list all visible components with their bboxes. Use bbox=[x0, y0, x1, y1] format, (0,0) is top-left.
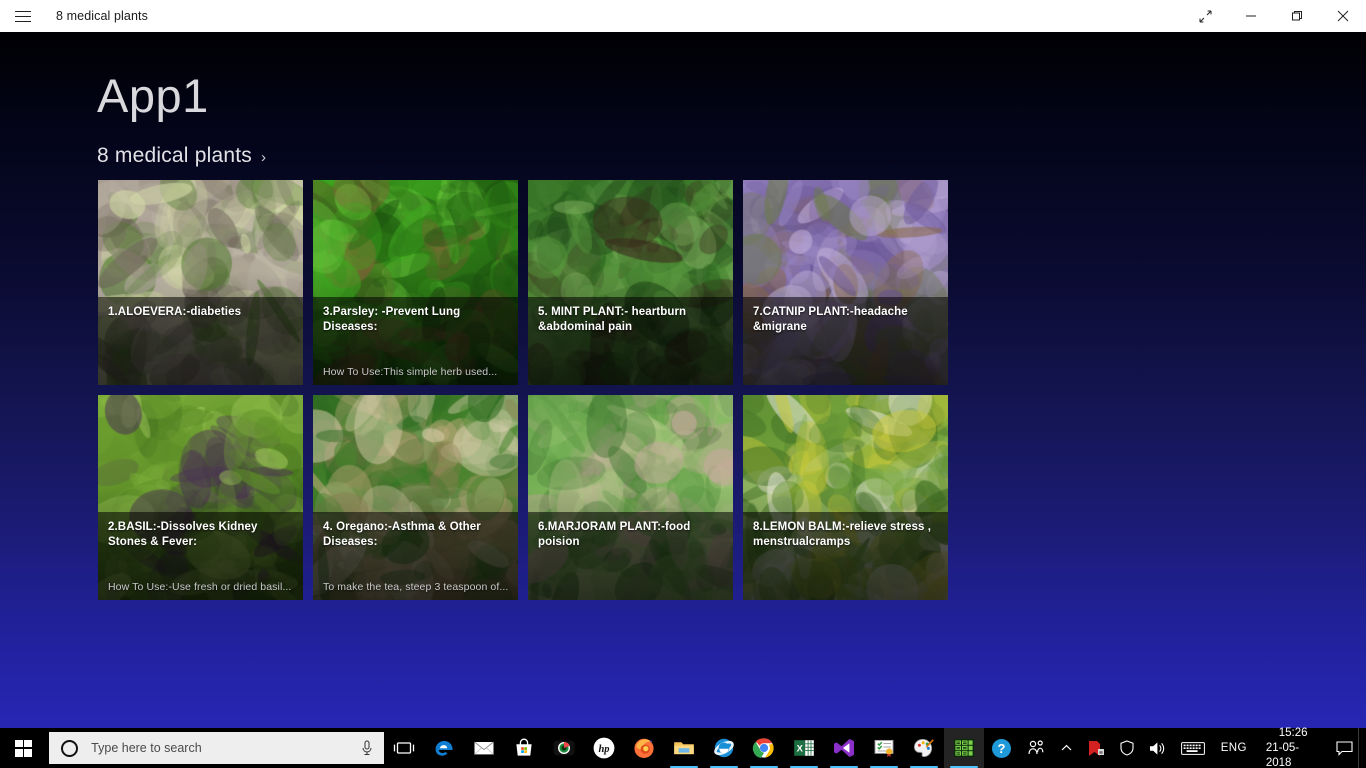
tile-caption: 7.CATNIP PLANT:-headache &migrane bbox=[743, 297, 948, 385]
help-question-icon[interactable]: ? bbox=[984, 728, 1019, 768]
chevron-right-icon: › bbox=[261, 150, 266, 165]
search-placeholder: Type here to search bbox=[91, 741, 360, 755]
tile-subtitle: To make the tea, steep 3 teaspoon of... bbox=[323, 581, 508, 594]
fullscreen-icon[interactable] bbox=[1182, 0, 1228, 32]
tile-grid: 1.ALOEVERA:-diabeties 3.Parsley: -Prevent… bbox=[98, 180, 948, 600]
taskbar-paint[interactable] bbox=[904, 728, 944, 768]
tile-caption: 5. MINT PLANT:- heartburn &abdominal pai… bbox=[528, 297, 733, 385]
language-indicator[interactable]: ENG bbox=[1212, 728, 1256, 768]
cortana-circle-icon bbox=[61, 740, 78, 757]
firefox-icon bbox=[632, 736, 656, 760]
google-chrome-icon bbox=[752, 736, 776, 760]
tile-subtitle: How To Use:This simple herb used... bbox=[323, 366, 508, 379]
volume-icon[interactable] bbox=[1141, 728, 1174, 768]
current-app-icon bbox=[952, 736, 976, 760]
windows-logo-icon bbox=[15, 740, 32, 757]
camera-icon bbox=[552, 736, 576, 760]
tile-item[interactable]: 1.ALOEVERA:-diabeties bbox=[98, 180, 303, 385]
mail-icon bbox=[472, 736, 496, 760]
taskbar-microsoft-edge[interactable] bbox=[424, 728, 464, 768]
taskbar-firefox[interactable] bbox=[624, 728, 664, 768]
svg-text:X: X bbox=[796, 743, 803, 754]
taskbar-apps: hp X bbox=[384, 728, 984, 768]
window-title: 8 medical plants bbox=[56, 9, 148, 23]
svg-text:?: ? bbox=[997, 741, 1005, 756]
microsoft-edge-icon bbox=[432, 736, 456, 760]
clock-time: 15:26 bbox=[1279, 726, 1308, 741]
tile-item[interactable]: 6.MARJORAM PLANT:-food poision bbox=[528, 395, 733, 600]
internet-explorer-icon bbox=[712, 736, 736, 760]
taskbar-google-chrome[interactable] bbox=[744, 728, 784, 768]
tile-title: 8.LEMON BALM:-relieve stress , menstrual… bbox=[753, 520, 938, 550]
close-icon[interactable] bbox=[1320, 0, 1366, 32]
microsoft-store-icon bbox=[512, 736, 536, 760]
taskbar: Type here to search hp X ? bbox=[0, 728, 1366, 768]
taskbar-certificate-app[interactable] bbox=[864, 728, 904, 768]
tile-subtitle: How To Use:-Use fresh or dried basil... bbox=[108, 581, 293, 594]
tile-item[interactable]: 4. Oregano:-Asthma & Other Diseases: To m… bbox=[313, 395, 518, 600]
tile-item[interactable]: 3.Parsley: -Prevent Lung Diseases: How To… bbox=[313, 180, 518, 385]
title-bar: 8 medical plants bbox=[0, 0, 1366, 32]
tile-title: 2.BASIL:-Dissolves Kidney Stones & Fever… bbox=[108, 520, 293, 550]
red-app-icon[interactable] bbox=[1080, 728, 1113, 768]
tile-title: 6.MARJORAM PLANT:-food poision bbox=[538, 520, 723, 550]
hamburger-icon[interactable] bbox=[0, 0, 46, 32]
tile-caption: 8.LEMON BALM:-relieve stress , menstrual… bbox=[743, 512, 948, 600]
tile-caption: 3.Parsley: -Prevent Lung Diseases: How To… bbox=[313, 297, 518, 385]
hp-support-icon: hp bbox=[592, 736, 616, 760]
tile-caption: 4. Oregano:-Asthma & Other Diseases: To m… bbox=[313, 512, 518, 600]
page-title: App1 bbox=[97, 72, 209, 119]
tile-caption: 6.MARJORAM PLANT:-food poision bbox=[528, 512, 733, 600]
screen: 8 medical plants App1 8 medical plants ›… bbox=[0, 0, 1366, 768]
tile-title: 7.CATNIP PLANT:-headache &migrane bbox=[753, 305, 938, 335]
people-icon[interactable] bbox=[1019, 728, 1053, 768]
clock[interactable]: 15:26 21-05-2018 bbox=[1256, 728, 1331, 768]
taskbar-current-app[interactable] bbox=[944, 728, 984, 768]
action-center-icon[interactable] bbox=[1330, 728, 1358, 768]
touch-keyboard-icon[interactable] bbox=[1174, 728, 1212, 768]
show-desktop-button[interactable] bbox=[1358, 728, 1364, 768]
tile-title: 5. MINT PLANT:- heartburn &abdominal pai… bbox=[538, 305, 723, 335]
taskbar-hp-support[interactable]: hp bbox=[584, 728, 624, 768]
chevron-up-icon[interactable] bbox=[1053, 728, 1080, 768]
group-header-link[interactable]: 8 medical plants › bbox=[97, 144, 266, 168]
tile-item[interactable]: 8.LEMON BALM:-relieve stress , menstrual… bbox=[743, 395, 948, 600]
taskbar-file-explorer[interactable] bbox=[664, 728, 704, 768]
excel-icon: X bbox=[792, 736, 816, 760]
tile-item[interactable]: 2.BASIL:-Dissolves Kidney Stones & Fever… bbox=[98, 395, 303, 600]
system-tray: ? ENG 15:26 21-05-2018 bbox=[984, 728, 1366, 768]
group-header-label: 8 medical plants bbox=[97, 144, 252, 168]
taskbar-visual-studio[interactable] bbox=[824, 728, 864, 768]
shield-icon[interactable] bbox=[1113, 728, 1141, 768]
tile-caption: 1.ALOEVERA:-diabeties bbox=[98, 297, 303, 385]
taskbar-excel[interactable]: X bbox=[784, 728, 824, 768]
taskbar-internet-explorer[interactable] bbox=[704, 728, 744, 768]
paint-icon bbox=[912, 736, 936, 760]
taskbar-mail[interactable] bbox=[464, 728, 504, 768]
start-button[interactable] bbox=[0, 728, 47, 768]
certificate-app-icon bbox=[872, 736, 896, 760]
maximize-icon[interactable] bbox=[1274, 0, 1320, 32]
tile-title: 1.ALOEVERA:-diabeties bbox=[108, 305, 293, 320]
tile-item[interactable]: 7.CATNIP PLANT:-headache &migrane bbox=[743, 180, 948, 385]
microphone-icon[interactable] bbox=[360, 739, 374, 757]
file-explorer-icon bbox=[672, 736, 696, 760]
taskbar-task-view[interactable] bbox=[384, 728, 424, 768]
app-content: App1 8 medical plants › 1.ALOEVERA:-diab… bbox=[0, 32, 1366, 728]
tile-title: 3.Parsley: -Prevent Lung Diseases: bbox=[323, 305, 508, 335]
taskbar-microsoft-store[interactable] bbox=[504, 728, 544, 768]
search-input[interactable]: Type here to search bbox=[49, 732, 384, 764]
visual-studio-icon bbox=[832, 736, 856, 760]
tile-caption: 2.BASIL:-Dissolves Kidney Stones & Fever… bbox=[98, 512, 303, 600]
clock-date: 21-05-2018 bbox=[1266, 741, 1321, 768]
tile-title: 4. Oregano:-Asthma & Other Diseases: bbox=[323, 520, 508, 550]
svg-text:hp: hp bbox=[598, 744, 609, 755]
minimize-icon[interactable] bbox=[1228, 0, 1274, 32]
taskbar-camera[interactable] bbox=[544, 728, 584, 768]
task-view-icon bbox=[392, 736, 416, 760]
tile-item[interactable]: 5. MINT PLANT:- heartburn &abdominal pai… bbox=[528, 180, 733, 385]
